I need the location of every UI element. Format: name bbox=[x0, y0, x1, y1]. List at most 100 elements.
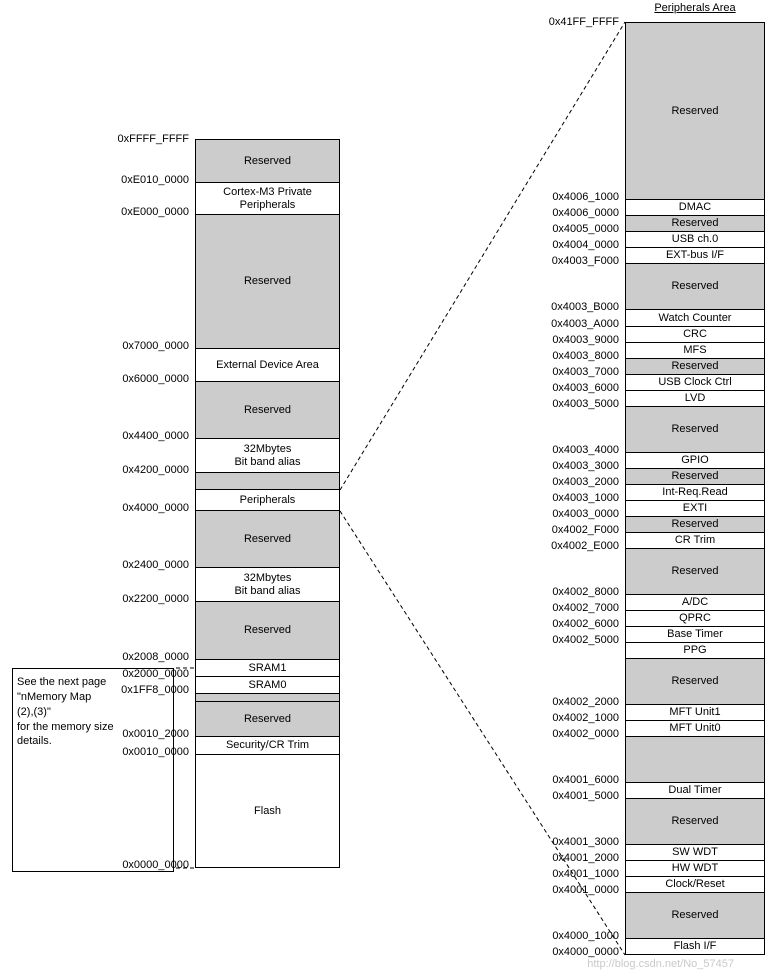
note-box: See the next page "nMemory Map (2),(3)" … bbox=[12, 668, 174, 872]
peripheral-region: MFT Unit0 bbox=[625, 721, 765, 737]
main-address-label: 0x2008_0000 bbox=[107, 651, 189, 663]
peripheral-region: DMAC bbox=[625, 200, 765, 216]
peripheral-address-label: 0x4002_0000 bbox=[537, 728, 619, 740]
memory-map-diagram: Peripherals Area 0xFFFF_FFFF 0xE010_0000 0… bbox=[0, 0, 774, 972]
peripheral-region: MFT Unit1 bbox=[625, 705, 765, 721]
peripheral-address-label: 0x4001_1000 bbox=[537, 868, 619, 880]
peripheral-region: QPRC bbox=[625, 611, 765, 627]
main-address-label: 0x2200_0000 bbox=[107, 593, 189, 605]
peripheral-address-label: 0x4002_7000 bbox=[537, 602, 619, 614]
peripheral-address-label: 0x4002_2000 bbox=[537, 696, 619, 708]
peripheral-region: PPG bbox=[625, 643, 765, 659]
peripheral-region: CR Trim bbox=[625, 533, 765, 549]
peripheral-region: Reserved bbox=[625, 799, 765, 845]
peripheral-region: CRC bbox=[625, 327, 765, 343]
peripheral-region: EXT-bus I/F bbox=[625, 248, 765, 264]
peripheral-address-label: 0x4003_9000 bbox=[537, 334, 619, 346]
watermark: http://blog.csdn.net/No_57457 bbox=[587, 958, 734, 970]
main-address-label: 0x6000_0000 bbox=[107, 373, 189, 385]
peripheral-region: SW WDT bbox=[625, 845, 765, 861]
main-address-label: 0x7000_0000 bbox=[107, 340, 189, 352]
peripheral-region: Dual Timer bbox=[625, 783, 765, 799]
peripheral-address-label: 0x4003_5000 bbox=[537, 398, 619, 410]
peripheral-region: Reserved bbox=[625, 264, 765, 310]
note-line: details. bbox=[17, 734, 169, 749]
peripheral-region: Clock/Reset bbox=[625, 877, 765, 893]
peripheral-address-label: 0x4003_2000 bbox=[537, 476, 619, 488]
peripheral-address-label: 0x4001_3000 bbox=[537, 836, 619, 848]
peripheral-address-label: 0x4002_E000 bbox=[537, 540, 619, 552]
peripheral-region: Reserved bbox=[625, 517, 765, 533]
main-memory-region: Reserved bbox=[195, 215, 340, 349]
peripheral-address-label: 0x4003_1000 bbox=[537, 492, 619, 504]
note-line: See the next page bbox=[17, 675, 169, 690]
note-line: (2),(3)" bbox=[17, 705, 169, 720]
peripheral-address-label: 0x4003_3000 bbox=[537, 460, 619, 472]
peripheral-address-label: 0x4001_6000 bbox=[537, 774, 619, 786]
peripheral-region: Reserved bbox=[625, 22, 765, 200]
peripheral-address-label: 0x4003_4000 bbox=[537, 444, 619, 456]
peripheral-region: A/DC bbox=[625, 595, 765, 611]
main-memory-region: Flash bbox=[195, 755, 340, 868]
main-address-label: 0xFFFF_FFFF bbox=[107, 133, 189, 145]
peripheral-address-label: 0x4003_7000 bbox=[537, 366, 619, 378]
main-memory-region: SRAM1 bbox=[195, 660, 340, 677]
main-memory-region: Reserved bbox=[195, 702, 340, 737]
peripheral-region: Reserved bbox=[625, 469, 765, 485]
main-memory-region: External Device Area bbox=[195, 349, 340, 382]
peripheral-address-label: 0x4003_0000 bbox=[537, 508, 619, 520]
peripherals-area-title: Peripherals Area bbox=[625, 2, 765, 14]
main-memory-region: SRAM0 bbox=[195, 677, 340, 694]
main-memory-region: Reserved bbox=[195, 602, 340, 660]
peripheral-region: EXTI bbox=[625, 501, 765, 517]
peripheral-region: Reserved bbox=[625, 407, 765, 453]
peripheral-region: USB ch.0 bbox=[625, 232, 765, 248]
peripheral-address-label: 0x4002_6000 bbox=[537, 618, 619, 630]
peripheral-address-label: 0x4003_8000 bbox=[537, 350, 619, 362]
peripheral-address-label: 0x4000_0000 bbox=[537, 946, 619, 958]
peripheral-region: Reserved bbox=[625, 893, 765, 939]
main-memory-region: 32Mbytes Bit band alias bbox=[195, 568, 340, 602]
main-memory-region: Reserved bbox=[195, 382, 340, 439]
peripheral-region: Reserved bbox=[625, 216, 765, 232]
main-memory-region: Security/CR Trim bbox=[195, 737, 340, 755]
peripheral-region: HW WDT bbox=[625, 861, 765, 877]
peripheral-region: Reserved bbox=[625, 549, 765, 595]
peripheral-region: USB Clock Ctrl bbox=[625, 375, 765, 391]
main-address-label: 0x4000_0000 bbox=[107, 502, 189, 514]
peripheral-region: GPIO bbox=[625, 453, 765, 469]
main-address-label: 0x4200_0000 bbox=[107, 464, 189, 476]
peripheral-address-label: 0x4002_F000 bbox=[537, 524, 619, 536]
peripheral-address-label: 0x4001_2000 bbox=[537, 852, 619, 864]
peripheral-region: Base Timer bbox=[625, 627, 765, 643]
peripheral-address-label: 0x4003_B000 bbox=[537, 301, 619, 313]
peripheral-address-label: 0x4006_1000 bbox=[537, 191, 619, 203]
peripheral-address-label: 0x4003_F000 bbox=[537, 255, 619, 267]
peripheral-address-label: 0x4002_5000 bbox=[537, 634, 619, 646]
peripheral-address-label: 0x4001_0000 bbox=[537, 884, 619, 896]
peripheral-region: MFS bbox=[625, 343, 765, 359]
main-memory-region: Peripherals bbox=[195, 490, 340, 511]
main-memory-region bbox=[195, 473, 340, 490]
main-memory-region: Reserved bbox=[195, 511, 340, 568]
peripheral-region: Watch Counter bbox=[625, 310, 765, 327]
peripheral-address-label: 0x4006_0000 bbox=[537, 207, 619, 219]
peripheral-region: Reserved bbox=[625, 659, 765, 705]
peripheral-address-label: 0x4000_1000 bbox=[537, 930, 619, 942]
main-address-label: 0x2400_0000 bbox=[107, 559, 189, 571]
note-line: for the memory size bbox=[17, 720, 169, 735]
peripheral-region: LVD bbox=[625, 391, 765, 407]
main-address-label: 0xE010_0000 bbox=[107, 174, 189, 186]
peripheral-address-label: 0x4002_1000 bbox=[537, 712, 619, 724]
main-address-label: 0xE000_0000 bbox=[107, 206, 189, 218]
peripheral-address-label: 0x4003_6000 bbox=[537, 382, 619, 394]
peripheral-region: Reserved bbox=[625, 359, 765, 375]
main-memory-region bbox=[195, 694, 340, 702]
note-line: "nMemory Map bbox=[17, 690, 169, 705]
peripheral-address-label: 0x41FF_FFFF bbox=[537, 16, 619, 28]
peripheral-address-label: 0x4004_0000 bbox=[537, 239, 619, 251]
main-memory-region: Reserved bbox=[195, 139, 340, 183]
peripheral-region: Int-Req.Read bbox=[625, 485, 765, 501]
main-memory-region: Cortex-M3 Private Peripherals bbox=[195, 183, 340, 215]
peripheral-region bbox=[625, 737, 765, 783]
